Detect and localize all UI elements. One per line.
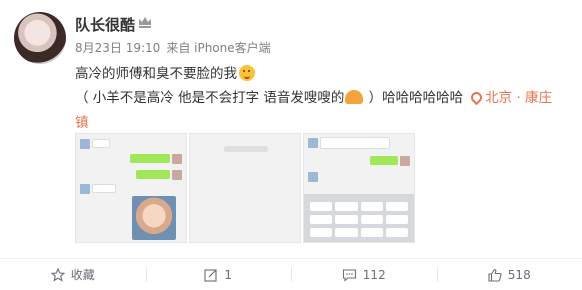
username[interactable]: 队长很酷 bbox=[75, 14, 135, 35]
post-text-line-1: 高冷的师傅和臭不要脸的我 bbox=[75, 62, 255, 82]
post-text: （ 小羊不是高冷 他是不会打字 语音发嗖嗖的 bbox=[75, 90, 345, 106]
post-meta: 8月23日 19:10 来自 iPhone客户端 bbox=[75, 39, 277, 56]
location-link-cont[interactable]: 镇 bbox=[75, 111, 89, 131]
favorite-button[interactable]: 收藏 bbox=[0, 259, 146, 290]
post-text: ）哈哈哈哈哈哈 bbox=[364, 90, 464, 106]
like-count: 518 bbox=[507, 267, 531, 282]
image-thumbnail-2[interactable] bbox=[189, 133, 301, 243]
avatar[interactable] bbox=[14, 12, 66, 64]
repost-count: 1 bbox=[224, 267, 233, 282]
comment-button[interactable]: 112 bbox=[291, 259, 437, 290]
child-photo bbox=[132, 196, 176, 240]
post-source: 来自 iPhone客户端 bbox=[166, 41, 271, 55]
location-pin-icon bbox=[468, 89, 485, 106]
post-text-line-2: （ 小羊不是高冷 他是不会打字 语音发嗖嗖的 ）哈哈哈哈哈哈 北京 · 康庄 bbox=[75, 86, 552, 106]
post-text: 高冷的师傅和臭不要脸的我 bbox=[75, 66, 237, 82]
like-button[interactable]: 518 bbox=[436, 259, 582, 290]
favorite-label: 收藏 bbox=[70, 268, 95, 282]
smirk-emoji-icon bbox=[239, 65, 255, 81]
comment-icon bbox=[342, 268, 356, 282]
repost-icon bbox=[204, 268, 217, 282]
image-thumbnail-3[interactable] bbox=[303, 133, 415, 243]
comment-count: 112 bbox=[362, 267, 386, 282]
vip-badge-icon bbox=[139, 17, 151, 28]
location-link[interactable]: 北京 · 康庄 bbox=[485, 90, 552, 106]
keyboard bbox=[304, 194, 414, 242]
star-icon bbox=[50, 267, 65, 282]
post-date[interactable]: 8月23日 19:10 bbox=[75, 41, 160, 55]
repost-button[interactable]: 1 bbox=[145, 259, 292, 290]
thumbs-up-icon bbox=[488, 268, 502, 282]
image-thumbnail-1[interactable] bbox=[75, 133, 187, 243]
shell-emoji-icon bbox=[345, 90, 364, 104]
action-bar: 收藏 1 112 518 bbox=[0, 259, 582, 290]
